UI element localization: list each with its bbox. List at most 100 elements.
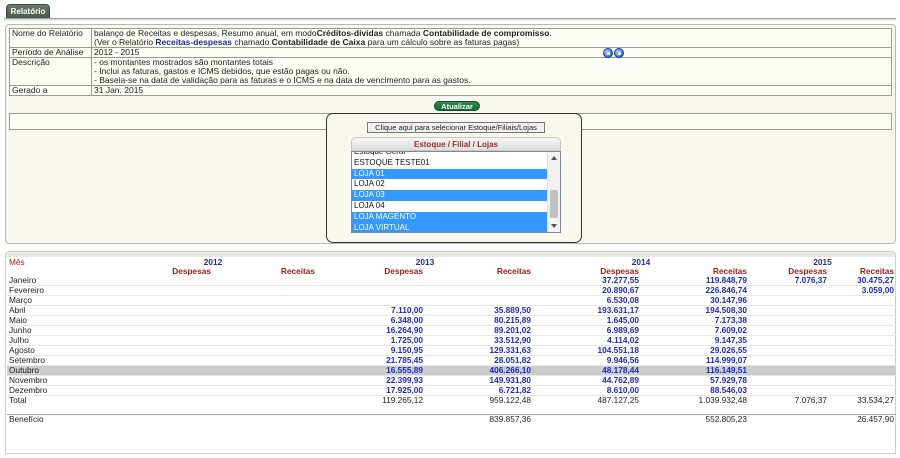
update-button[interactable]: Atualizar bbox=[434, 101, 480, 111]
receitas-cell bbox=[213, 413, 317, 424]
receitas-cell bbox=[213, 295, 317, 307]
select-stores-button[interactable]: Clique aqui para selecionar Estoque/Fili… bbox=[367, 122, 545, 133]
despesas-cell: 119.265,12 bbox=[317, 395, 425, 406]
receitas-cell: 116.149,51 bbox=[641, 365, 749, 377]
despesas-cell: 487.127,25 bbox=[533, 395, 641, 406]
receitas-cell bbox=[829, 325, 896, 337]
despesas-cell: 48.178,44 bbox=[533, 365, 641, 377]
summary-table: Mês 2012 2013 2014 2015 Despesas Receitas… bbox=[7, 258, 896, 424]
despesas-cell bbox=[109, 385, 213, 397]
table-row: Maio 6.348,00 80.215,89 1.645,00 7.173,38 bbox=[7, 315, 896, 327]
receitas-cell: 226.846,74 bbox=[641, 285, 749, 297]
month-label: Benefício bbox=[7, 413, 109, 424]
scroll-down-icon[interactable] bbox=[551, 224, 557, 228]
previous-period-icon[interactable] bbox=[603, 47, 613, 58]
despesas-cell bbox=[749, 285, 829, 297]
receitas-cell bbox=[213, 335, 317, 347]
month-label: Outubro bbox=[7, 365, 109, 377]
month-label: Julho bbox=[7, 335, 109, 347]
despesas-cell: 6.989,69 bbox=[533, 325, 641, 337]
receitas-cell: 194.508,30 bbox=[641, 305, 749, 317]
receitas-cell: 9.147,35 bbox=[641, 335, 749, 347]
benefit-row: Benefício 839.857,36 552.805,23 26.457,90 bbox=[7, 413, 896, 424]
receitas-cell: 406.266,10 bbox=[425, 365, 533, 377]
report-note-text: (Ver o Relatório bbox=[94, 37, 156, 47]
receitas-cell: 839.857,36 bbox=[425, 413, 533, 424]
store-list-item[interactable]: LOJA 02 bbox=[352, 179, 548, 190]
store-list-item[interactable]: LOJA VIRTUAL bbox=[352, 222, 548, 232]
store-list-item[interactable]: ESTOQUE TESTE01 bbox=[352, 158, 548, 169]
store-list-item[interactable]: LOJA MAGENTO bbox=[352, 211, 548, 223]
despesas-header: Despesas bbox=[788, 267, 827, 277]
year-header: 2015 bbox=[813, 258, 832, 268]
scroll-up-icon[interactable] bbox=[551, 156, 557, 160]
despesas-cell bbox=[749, 335, 829, 347]
month-label: Dezembro bbox=[7, 385, 109, 397]
receitas-cell bbox=[829, 295, 896, 307]
despesas-cell bbox=[749, 375, 829, 387]
store-list-header: Estoque / Filial / Lojas bbox=[351, 137, 561, 151]
receitas-cell: 959.122,48 bbox=[425, 395, 533, 406]
tab-relatorio[interactable]: Relatório bbox=[6, 4, 50, 19]
receitas-cell bbox=[213, 315, 317, 327]
receitas-cell: 552.805,23 bbox=[641, 413, 749, 424]
table-top-bar bbox=[6, 252, 895, 257]
receitas-header: Receitas bbox=[280, 267, 315, 277]
receitas-cell bbox=[829, 365, 896, 377]
despesas-cell bbox=[749, 295, 829, 307]
despesas-header: Despesas bbox=[384, 267, 423, 277]
store-list-item[interactable]: LOJA 04 bbox=[352, 201, 548, 212]
receitas-cell bbox=[829, 345, 896, 357]
table-row: Janeiro 37.277,55 119.848,79 7.076,37 30.475… bbox=[7, 276, 896, 287]
receitas-cell bbox=[829, 315, 896, 327]
month-label: Total bbox=[7, 395, 109, 406]
despesas-cell bbox=[109, 295, 213, 307]
despesas-cell: 37.277,55 bbox=[533, 276, 641, 287]
store-listbox[interactable]: Estoque Geral ESTOQUE TESTE01 LOJA 01 LOJA … bbox=[351, 151, 561, 233]
description-value: - os montantes mostrados são montantes t… bbox=[91, 57, 892, 86]
receitas-cell: 7.173,38 bbox=[641, 315, 749, 327]
despesas-cell bbox=[749, 345, 829, 357]
receitas-cell: 29.026,55 bbox=[641, 345, 749, 357]
store-list-item[interactable]: LOJA 01 bbox=[352, 168, 548, 180]
despesas-cell: 1.645,00 bbox=[533, 315, 641, 327]
receitas-cell: 119.848,79 bbox=[641, 276, 749, 287]
receitas-cell bbox=[213, 285, 317, 297]
despesas-cell: 7.110,00 bbox=[317, 305, 425, 317]
despesas-cell: 7.076,37 bbox=[749, 276, 829, 287]
generated-label: Gerado a bbox=[9, 85, 92, 96]
report-name-value: balanço de Receitas e despesas, Resumo a… bbox=[91, 28, 892, 48]
next-period-icon[interactable] bbox=[614, 47, 624, 58]
store-list-items: Estoque Geral ESTOQUE TESTE01 LOJA 01 LOJA … bbox=[352, 152, 548, 232]
month-label: Maio bbox=[7, 315, 109, 327]
year-header: 2012 bbox=[203, 258, 223, 268]
scroll-thumb[interactable] bbox=[550, 190, 558, 218]
despesas-cell bbox=[533, 413, 641, 424]
receitas-cell: 114.999,07 bbox=[641, 355, 749, 367]
despesas-cell: 16.555,89 bbox=[317, 365, 425, 377]
report-note-type: Contabilidade de Caixa bbox=[271, 37, 366, 47]
receitas-cell: 26.457,90 bbox=[829, 413, 896, 424]
receitas-cell: 1.039.932,48 bbox=[641, 395, 749, 406]
despesas-cell bbox=[109, 413, 213, 424]
receitas-cell: 33.512,90 bbox=[425, 335, 533, 347]
despesas-cell: 4.114,02 bbox=[533, 335, 641, 347]
despesas-cell bbox=[109, 335, 213, 347]
store-list-item[interactable]: Estoque Geral bbox=[352, 152, 548, 158]
despesas-cell bbox=[749, 385, 829, 397]
table-row: Abril 7.110,00 35.889,50 193.631,17 194.508,… bbox=[7, 305, 896, 317]
report-name-label: Nome do Relatório bbox=[9, 28, 92, 48]
receitas-cell bbox=[213, 365, 317, 377]
despesas-cell bbox=[317, 285, 425, 297]
year-header: 2014 bbox=[631, 258, 651, 268]
generated-value: 31 Jan. 2015 bbox=[91, 85, 892, 96]
receitas-cell: 88.546,03 bbox=[641, 385, 749, 397]
store-list-item[interactable]: LOJA 03 bbox=[352, 190, 548, 201]
receitas-cell: 33.534,27 bbox=[829, 395, 896, 406]
receitas-cell: 149.931,80 bbox=[425, 375, 533, 387]
despesas-cell: 8.610,00 bbox=[533, 385, 641, 397]
receitas-despesas-link[interactable]: Receitas-despesas bbox=[155, 37, 232, 47]
despesas-cell: 9.946,56 bbox=[533, 355, 641, 367]
store-list-scrollbar[interactable] bbox=[547, 152, 560, 232]
spacer-row bbox=[7, 405, 896, 414]
